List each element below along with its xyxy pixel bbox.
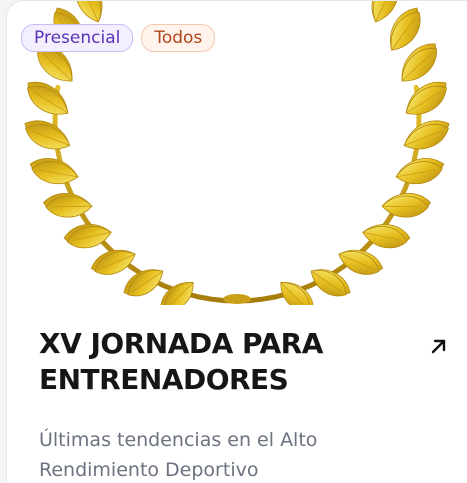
event-description: Últimas tendencias en el Alto Rendimient… <box>39 429 318 481</box>
event-image: Presencial Todos <box>7 1 467 305</box>
event-title[interactable]: XV JORNADA PARA ENTRENADORES <box>39 326 399 398</box>
arrow-up-right-icon[interactable] <box>427 334 451 358</box>
laurel-stem <box>236 84 422 304</box>
laurel-stem <box>52 84 238 304</box>
tag-list: Presencial Todos <box>21 24 216 52</box>
wreath-knot <box>223 294 251 304</box>
tag-presencial: Presencial <box>21 24 134 52</box>
tag-todos: Todos <box>141 24 216 52</box>
event-card[interactable]: Presencial Todos XV JORNADA PARA ENTRENA… <box>6 0 467 483</box>
